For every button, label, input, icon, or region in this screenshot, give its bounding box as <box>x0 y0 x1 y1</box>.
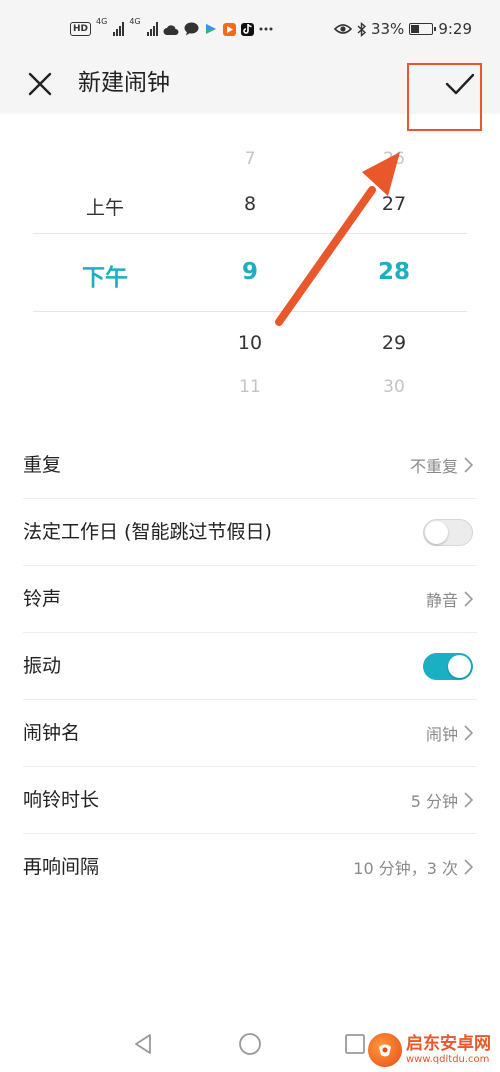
bluetooth-icon <box>357 21 366 37</box>
setting-ringtone[interactable]: 铃声 静音 <box>23 566 477 633</box>
hour-option[interactable]: 8 <box>200 193 300 215</box>
page-title: 新建闹钟 <box>78 70 170 96</box>
time-picker[interactable]: 上午 下午 7 8 9 10 11 26 27 28 29 30 <box>0 130 500 410</box>
recents-icon <box>345 1034 365 1054</box>
setting-snooze[interactable]: 再响间隔 10 分钟，3 次 <box>23 834 477 901</box>
setting-vibrate[interactable]: 振动 <box>23 633 477 700</box>
app-header: 新建闹钟 <box>0 58 500 114</box>
setting-label: 法定工作日 (智能跳过节假日) <box>23 521 272 543</box>
clock-time: 9:29 <box>438 20 472 38</box>
hour-option[interactable]: 10 <box>200 332 300 354</box>
setting-value: 静音 <box>425 591 458 610</box>
nav-home-button[interactable] <box>230 1024 270 1064</box>
setting-value-group <box>423 633 473 699</box>
setting-alarm-name[interactable]: 闹钟名 闹钟 <box>23 700 477 767</box>
setting-label: 振动 <box>23 655 62 677</box>
signal-icon <box>113 22 125 36</box>
chevron-right-icon <box>464 457 473 473</box>
more-dots-icon <box>259 27 273 31</box>
workday-toggle[interactable] <box>423 518 473 546</box>
setting-label: 再响间隔 <box>23 856 100 878</box>
nav-back-button[interactable] <box>123 1024 163 1064</box>
tiktok-icon <box>240 22 254 36</box>
nav-recents-button[interactable] <box>335 1024 375 1064</box>
period-selected[interactable]: 下午 <box>55 258 155 292</box>
setting-label: 响铃时长 <box>23 789 100 811</box>
setting-ring-duration[interactable]: 响铃时长 5 分钟 <box>23 767 477 834</box>
setting-label: 铃声 <box>23 588 62 610</box>
toggle-knob <box>425 520 448 544</box>
close-button[interactable] <box>22 66 58 102</box>
setting-label: 闹钟名 <box>23 722 81 744</box>
setting-value-group: 5 分钟 <box>411 767 473 833</box>
period-option[interactable]: 上午 <box>55 193 155 220</box>
minute-option[interactable]: 27 <box>344 193 444 215</box>
vibrate-toggle[interactable] <box>423 652 473 680</box>
minute-option[interactable]: 29 <box>344 332 444 354</box>
battery-icon <box>409 23 437 35</box>
setting-value-group: 闹钟 <box>426 700 473 766</box>
setting-value: 5 分钟 <box>410 792 458 811</box>
system-navbar <box>0 1012 500 1072</box>
setting-workday[interactable]: 法定工作日 (智能跳过节假日) <box>23 499 477 566</box>
chevron-right-icon <box>464 859 473 875</box>
confirm-button[interactable] <box>440 64 480 104</box>
hour-option[interactable]: 11 <box>200 377 300 397</box>
video-app-icon <box>222 22 236 36</box>
chevron-right-icon <box>464 725 473 741</box>
minute-option[interactable]: 26 <box>344 149 444 169</box>
home-icon <box>239 1033 261 1055</box>
setting-label: 重复 <box>23 454 62 476</box>
hour-column[interactable]: 7 8 9 10 11 <box>200 130 300 410</box>
check-icon <box>445 73 475 95</box>
setting-value: 闹钟 <box>425 725 458 744</box>
status-right: 33% 9:29 <box>333 18 472 40</box>
setting-repeat[interactable]: 重复 不重复 <box>23 432 477 499</box>
close-icon <box>28 72 52 96</box>
chevron-right-icon <box>464 792 473 808</box>
status-bar: HD 4G 4G 33% 9:29 <box>0 0 500 58</box>
minute-selected[interactable]: 28 <box>344 259 444 285</box>
cloud-icon <box>163 24 179 35</box>
setting-value: 10 分钟，3 次 <box>353 859 458 878</box>
setting-value-group: 不重复 <box>410 432 473 498</box>
setting-value-group <box>423 499 473 565</box>
chevron-right-icon <box>464 591 473 607</box>
eye-icon <box>333 24 352 34</box>
hour-option[interactable]: 7 <box>200 149 300 169</box>
setting-value-group: 静音 <box>426 566 473 632</box>
hour-selected[interactable]: 9 <box>200 259 300 285</box>
chat-icon <box>184 22 199 36</box>
status-left: HD 4G 4G <box>70 18 273 40</box>
hd-voice-icon: HD <box>70 22 92 36</box>
signal-icon <box>146 22 158 36</box>
back-icon <box>135 1034 151 1054</box>
minute-column[interactable]: 26 27 28 29 30 <box>344 130 444 410</box>
battery-percent: 33% <box>370 20 405 38</box>
setting-value: 不重复 <box>409 457 458 476</box>
network-label: 4G <box>129 17 141 26</box>
toggle-knob <box>448 654 471 678</box>
network-label: 4G <box>96 17 108 26</box>
minute-option[interactable]: 30 <box>344 377 444 397</box>
setting-value-group: 10 分钟，3 次 <box>353 834 473 900</box>
period-column[interactable]: 上午 下午 <box>55 130 155 410</box>
app-icon <box>205 24 216 34</box>
